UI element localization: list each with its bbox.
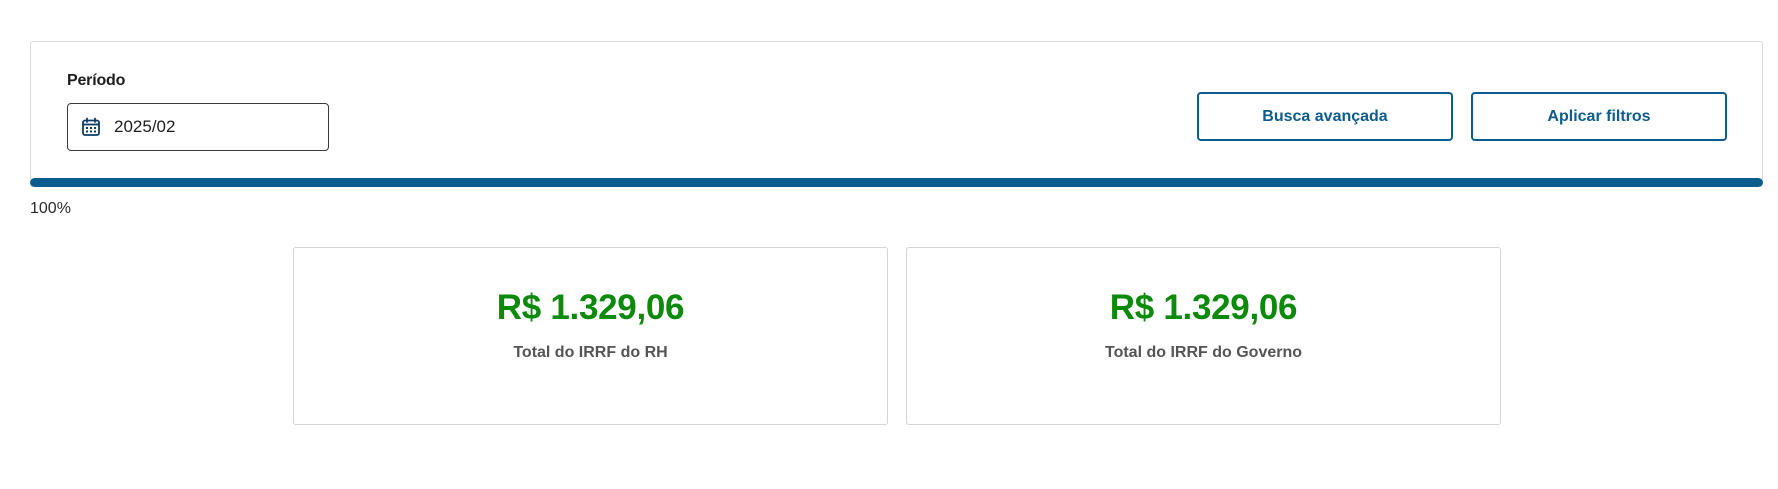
- period-input[interactable]: 2025/02: [67, 103, 329, 151]
- apply-filters-button[interactable]: Aplicar filtros: [1471, 92, 1727, 141]
- irrf-rh-label: Total do IRRF do RH: [513, 344, 668, 361]
- page: Período 2025/02 Busca avançada Aplicar f…: [0, 0, 1778, 489]
- filter-panel: Período 2025/02 Busca avançada Aplicar f…: [30, 41, 1763, 187]
- progress-bar-fill: [30, 178, 1763, 187]
- irrf-gov-card: R$ 1.329,06 Total do IRRF do Governo: [906, 247, 1501, 425]
- irrf-rh-card: R$ 1.329,06 Total do IRRF do RH: [293, 247, 888, 425]
- period-label: Período: [67, 72, 126, 89]
- calendar-icon[interactable]: [80, 116, 102, 138]
- progress-percent: 100%: [30, 200, 71, 217]
- advanced-search-button[interactable]: Busca avançada: [1197, 92, 1453, 141]
- irrf-gov-value: R$ 1.329,06: [1109, 288, 1298, 327]
- irrf-rh-value: R$ 1.329,06: [496, 288, 685, 327]
- irrf-gov-label: Total do IRRF do Governo: [1104, 344, 1303, 361]
- period-value: 2025/02: [114, 117, 176, 136]
- progress-bar: [30, 178, 1763, 187]
